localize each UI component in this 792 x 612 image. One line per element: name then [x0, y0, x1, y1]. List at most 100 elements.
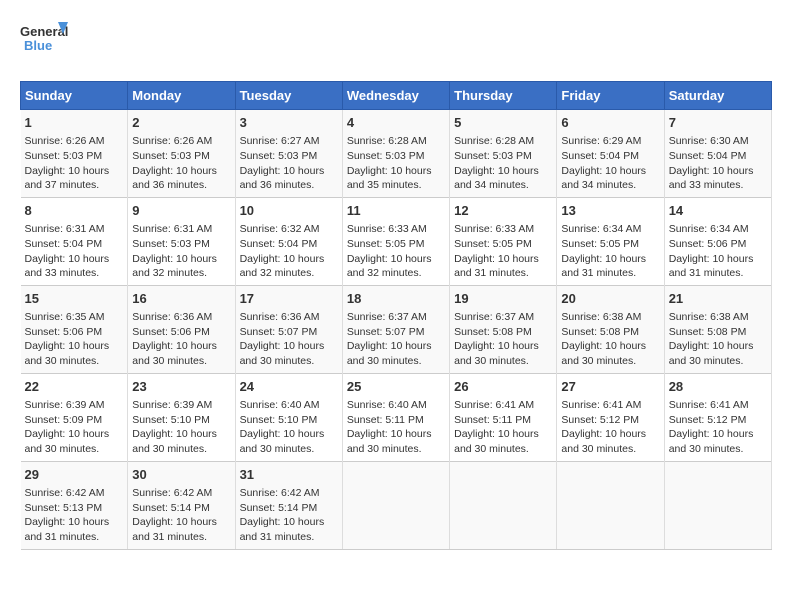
day-number: 27: [561, 378, 659, 396]
day-number: 28: [669, 378, 767, 396]
day-number: 20: [561, 290, 659, 308]
day-info: Sunset: 5:05 PM: [454, 237, 552, 252]
calendar-cell: 14Sunrise: 6:34 AMSunset: 5:06 PMDayligh…: [664, 197, 771, 285]
day-number: 22: [25, 378, 124, 396]
day-number: 9: [132, 202, 230, 220]
day-info: Sunset: 5:03 PM: [454, 149, 552, 164]
day-info: Sunrise: 6:27 AM: [240, 134, 338, 149]
day-info: Sunrise: 6:39 AM: [25, 398, 124, 413]
calendar-cell: 4 Sunrise: 6:28 AMSunset: 5:03 PMDaylight…: [342, 110, 449, 198]
day-info: Daylight: 10 hours and 30 minutes.: [132, 427, 230, 456]
day-header-tuesday: Tuesday: [235, 82, 342, 110]
day-info: Daylight: 10 hours and 31 minutes.: [454, 252, 552, 281]
day-number: 2: [132, 114, 230, 132]
day-header-wednesday: Wednesday: [342, 82, 449, 110]
day-number: 7: [669, 114, 767, 132]
day-info: Daylight: 10 hours and 31 minutes.: [132, 515, 230, 544]
day-info: Sunrise: 6:29 AM: [561, 134, 659, 149]
day-info: Sunset: 5:04 PM: [240, 237, 338, 252]
day-info: Daylight: 10 hours and 30 minutes.: [669, 339, 767, 368]
day-info: Daylight: 10 hours and 30 minutes.: [240, 339, 338, 368]
day-info: Daylight: 10 hours and 32 minutes.: [132, 252, 230, 281]
page-header: General Blue: [20, 20, 772, 65]
day-info: Sunrise: 6:42 AM: [25, 486, 124, 501]
day-info: Sunrise: 6:30 AM: [669, 134, 767, 149]
day-info: Daylight: 10 hours and 31 minutes.: [561, 252, 659, 281]
calendar-cell: 7Sunrise: 6:30 AMSunset: 5:04 PMDaylight…: [664, 110, 771, 198]
calendar-cell: 19Sunrise: 6:37 AMSunset: 5:08 PMDayligh…: [450, 285, 557, 373]
day-info: Sunrise: 6:34 AM: [561, 222, 659, 237]
day-info: Sunrise: 6:36 AM: [240, 310, 338, 325]
day-number: 23: [132, 378, 230, 396]
day-info: Sunset: 5:07 PM: [240, 325, 338, 340]
calendar-cell: 6Sunrise: 6:29 AMSunset: 5:04 PMDaylight…: [557, 110, 664, 198]
calendar-cell: 2Sunrise: 6:26 AMSunset: 5:03 PMDaylight…: [128, 110, 235, 198]
day-info: Sunset: 5:10 PM: [240, 413, 338, 428]
day-info: Sunset: 5:06 PM: [669, 237, 767, 252]
calendar-week-1: 1Sunrise: 6:26 AMSunset: 5:03 PMDaylight…: [21, 110, 772, 198]
day-info: Daylight: 10 hours and 30 minutes.: [25, 427, 124, 456]
calendar-cell: 18Sunrise: 6:37 AMSunset: 5:07 PMDayligh…: [342, 285, 449, 373]
calendar-cell: 30Sunrise: 6:42 AMSunset: 5:14 PMDayligh…: [128, 461, 235, 549]
day-info: Sunset: 5:04 PM: [669, 149, 767, 164]
day-info: Daylight: 10 hours and 37 minutes.: [25, 164, 124, 193]
day-info: Daylight: 10 hours and 30 minutes.: [669, 427, 767, 456]
day-info: Sunset: 5:05 PM: [561, 237, 659, 252]
day-info: Sunrise: 6:40 AM: [240, 398, 338, 413]
day-number: 15: [25, 290, 124, 308]
calendar-cell: 11Sunrise: 6:33 AMSunset: 5:05 PMDayligh…: [342, 197, 449, 285]
day-number: 4: [347, 114, 445, 132]
day-info: Daylight: 10 hours and 31 minutes.: [25, 515, 124, 544]
day-info: Sunset: 5:03 PM: [25, 149, 124, 164]
day-info: Sunrise: 6:28 AM: [347, 134, 445, 149]
day-number: 19: [454, 290, 552, 308]
calendar-cell: 5Sunrise: 6:28 AMSunset: 5:03 PMDaylight…: [450, 110, 557, 198]
calendar-cell: 10Sunrise: 6:32 AMSunset: 5:04 PMDayligh…: [235, 197, 342, 285]
day-info: Daylight: 10 hours and 35 minutes.: [347, 164, 445, 193]
day-header-thursday: Thursday: [450, 82, 557, 110]
day-info: Sunset: 5:10 PM: [132, 413, 230, 428]
day-info: Sunrise: 6:37 AM: [347, 310, 445, 325]
day-info: Daylight: 10 hours and 30 minutes.: [454, 339, 552, 368]
day-info: Sunrise: 6:41 AM: [669, 398, 767, 413]
day-number: 25: [347, 378, 445, 396]
day-info: Daylight: 10 hours and 32 minutes.: [240, 252, 338, 281]
calendar-cell: 12Sunrise: 6:33 AMSunset: 5:05 PMDayligh…: [450, 197, 557, 285]
day-info: Sunset: 5:04 PM: [561, 149, 659, 164]
day-info: Daylight: 10 hours and 31 minutes.: [669, 252, 767, 281]
calendar-cell: 23 Sunrise: 6:39 AMSunset: 5:10 PMDayligh…: [128, 373, 235, 461]
day-info: Sunrise: 6:31 AM: [132, 222, 230, 237]
day-header-saturday: Saturday: [664, 82, 771, 110]
day-info: Sunset: 5:06 PM: [25, 325, 124, 340]
calendar-cell: [664, 461, 771, 549]
calendar-cell: 28 Sunrise: 6:41 AMSunset: 5:12 PMDayligh…: [664, 373, 771, 461]
calendar-week-4: 22Sunrise: 6:39 AMSunset: 5:09 PMDayligh…: [21, 373, 772, 461]
day-info: Sunset: 5:12 PM: [669, 413, 767, 428]
calendar-week-3: 15 Sunrise: 6:35 AMSunset: 5:06 PM Dayligh…: [21, 285, 772, 373]
calendar-cell: [342, 461, 449, 549]
day-info: Daylight: 10 hours and 34 minutes.: [561, 164, 659, 193]
day-info: Sunrise: 6:42 AM: [240, 486, 338, 501]
day-info: Sunrise: 6:39 AM: [132, 398, 230, 413]
day-info: Sunset: 5:09 PM: [25, 413, 124, 428]
day-info: Sunset: 5:12 PM: [561, 413, 659, 428]
calendar-cell: 27Sunrise: 6:41 AMSunset: 5:12 PMDayligh…: [557, 373, 664, 461]
calendar-cell: 29Sunrise: 6:42 AMSunset: 5:13 PMDayligh…: [21, 461, 128, 549]
day-number: 31: [240, 466, 338, 484]
day-info: Sunset: 5:07 PM: [347, 325, 445, 340]
day-info: Sunrise: 6:26 AM: [25, 134, 124, 149]
calendar-cell: 25Sunrise: 6:40 AMSunset: 5:11 PMDayligh…: [342, 373, 449, 461]
day-info: Sunrise: 6:41 AM: [561, 398, 659, 413]
day-info: Sunrise: 6:38 AM: [561, 310, 659, 325]
day-number: 3: [240, 114, 338, 132]
day-number: 10: [240, 202, 338, 220]
day-info: Sunset: 5:13 PM: [25, 501, 124, 516]
day-info: Sunset: 5:11 PM: [454, 413, 552, 428]
day-info: Sunrise: 6:35 AM: [25, 310, 124, 325]
day-info: Daylight: 10 hours and 32 minutes.: [347, 252, 445, 281]
calendar-cell: 31Sunrise: 6:42 AMSunset: 5:14 PMDayligh…: [235, 461, 342, 549]
day-number: 24: [240, 378, 338, 396]
day-info: Sunset: 5:05 PM: [347, 237, 445, 252]
day-info: Sunset: 5:03 PM: [347, 149, 445, 164]
day-info: Sunrise: 6:33 AM: [454, 222, 552, 237]
